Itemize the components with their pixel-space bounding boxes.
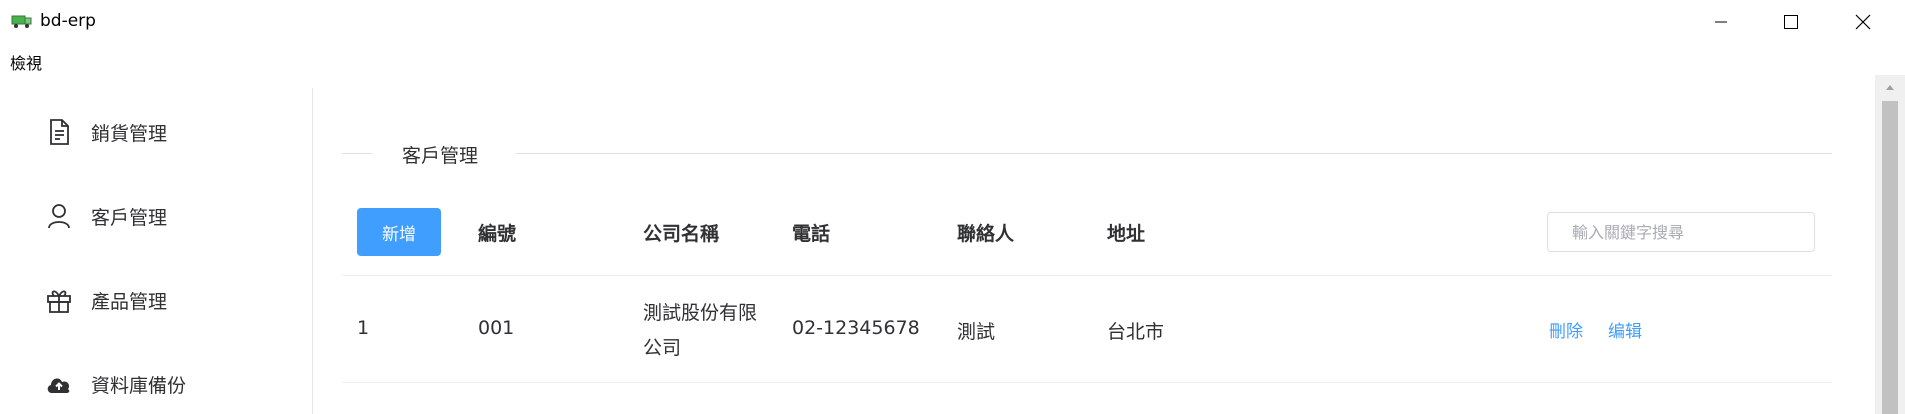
vertical-scrollbar[interactable]	[1875, 75, 1905, 414]
sidebar-item-products[interactable]: 產品管理	[0, 270, 311, 330]
sidebar-item-label: 資料庫備份	[91, 374, 187, 397]
column-header-address: 地址	[1107, 223, 1146, 245]
sidebar-item-backup[interactable]: 資料庫備份	[0, 354, 311, 414]
minimize-icon	[1715, 21, 1727, 23]
row-code: 001	[478, 317, 515, 339]
delete-button[interactable]: 刪除	[1549, 317, 1583, 342]
row-phone: 02-12345678	[792, 317, 920, 339]
divider-line	[342, 153, 372, 154]
edit-button[interactable]: 编辑	[1608, 317, 1642, 342]
menu-view[interactable]: 檢視	[10, 50, 42, 74]
sidebar: 銷貨管理 客戶管理 產品管理 資料庫備份	[0, 88, 313, 414]
row-company: 測試股份有限公司	[643, 302, 758, 359]
title-bar: bd-erp	[0, 0, 1905, 44]
table-divider	[342, 382, 1832, 383]
column-header-phone: 電話	[792, 223, 831, 245]
window-title: bd-erp	[40, 11, 96, 31]
search-input[interactable]	[1547, 212, 1815, 252]
user-icon	[46, 203, 72, 229]
close-button[interactable]	[1828, 0, 1898, 44]
divider-line	[516, 153, 1832, 154]
column-header-contact: 聯絡人	[957, 223, 1015, 245]
row-address: 台北市	[1107, 321, 1165, 343]
column-header-code: 編號	[478, 223, 517, 245]
table-divider	[342, 275, 1832, 276]
maximize-icon	[1784, 15, 1798, 29]
sidebar-item-customers[interactable]: 客戶管理	[0, 186, 311, 246]
gift-icon	[46, 287, 72, 313]
scroll-up-button[interactable]	[1875, 75, 1905, 99]
row-contact: 測試	[957, 321, 996, 343]
maximize-button[interactable]	[1756, 0, 1826, 44]
sidebar-item-label: 銷貨管理	[91, 122, 168, 145]
chevron-up-icon	[1886, 85, 1894, 90]
row-index: 1	[357, 317, 370, 339]
upload-cloud-icon	[46, 371, 72, 397]
sidebar-item-label: 產品管理	[91, 290, 168, 313]
column-header-company: 公司名稱	[643, 223, 720, 245]
add-button[interactable]: 新增	[357, 208, 441, 256]
document-icon	[46, 119, 72, 145]
minimize-button[interactable]	[1686, 0, 1756, 44]
sidebar-item-sales[interactable]: 銷貨管理	[0, 102, 311, 162]
scrollbar-thumb[interactable]	[1882, 101, 1898, 414]
page-title: 客戶管理	[402, 145, 479, 167]
close-icon	[1855, 14, 1871, 30]
app-logo-icon	[11, 13, 33, 29]
sidebar-item-label: 客戶管理	[91, 206, 168, 229]
